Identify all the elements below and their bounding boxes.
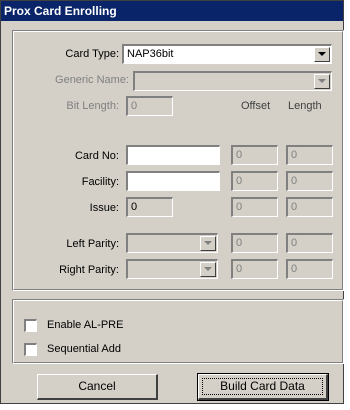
right-parity-offset-field[interactable]: 0 xyxy=(231,259,278,279)
card-type-value: NAP36bit xyxy=(127,48,174,60)
card-no-length-field[interactable]: 0 xyxy=(286,145,333,165)
left-parity-length-value: 0 xyxy=(291,237,298,249)
bit-length-value: 0 xyxy=(131,100,138,112)
length-column-header: Length xyxy=(288,100,322,112)
facility-offset-value: 0 xyxy=(236,175,243,187)
facility-length-value: 0 xyxy=(291,175,298,187)
left-parity-label: Left Parity: xyxy=(66,238,119,250)
issue-offset-value: 0 xyxy=(236,201,243,213)
left-parity-offset-value: 0 xyxy=(236,237,243,249)
right-parity-label: Right Parity: xyxy=(59,264,119,276)
title-bar[interactable]: Prox Card Enrolling xyxy=(1,1,343,21)
left-parity-offset-field[interactable]: 0 xyxy=(231,233,278,253)
chevron-down-icon xyxy=(318,52,326,56)
build-card-data-button[interactable]: Build Card Data xyxy=(197,373,329,401)
right-parity-length-value: 0 xyxy=(291,263,298,275)
card-type-label: Card Type: xyxy=(65,48,119,60)
right-parity-offset-value: 0 xyxy=(236,263,243,275)
issue-field[interactable]: 0 xyxy=(126,197,173,217)
window-title: Prox Card Enrolling xyxy=(4,4,117,18)
issue-offset-field[interactable]: 0 xyxy=(231,197,278,217)
bit-length-label: Bit Length: xyxy=(66,100,119,112)
left-parity-select[interactable] xyxy=(126,233,218,253)
enable-alpre-label[interactable]: Enable AL-PRE xyxy=(47,319,123,331)
chevron-down-icon xyxy=(318,79,326,83)
generic-name-select[interactable] xyxy=(133,71,332,91)
facility-field[interactable] xyxy=(126,171,220,191)
card-no-label: Card No: xyxy=(74,150,119,162)
right-parity-dropdown-button[interactable] xyxy=(200,262,216,277)
facility-offset-field[interactable]: 0 xyxy=(231,171,278,191)
issue-length-value: 0 xyxy=(291,201,298,213)
issue-length-field[interactable]: 0 xyxy=(286,197,333,217)
right-parity-select[interactable] xyxy=(126,259,218,279)
issue-label: Issue: xyxy=(89,202,119,214)
cancel-button[interactable]: Cancel xyxy=(37,374,158,400)
left-parity-length-field[interactable]: 0 xyxy=(286,233,333,253)
generic-name-dropdown-button[interactable] xyxy=(314,74,330,89)
card-type-dropdown-button[interactable] xyxy=(314,47,330,62)
issue-value: 0 xyxy=(131,201,138,213)
left-parity-dropdown-button[interactable] xyxy=(200,236,216,251)
chevron-down-icon xyxy=(204,267,212,271)
card-no-field[interactable] xyxy=(126,145,220,165)
facility-label: Facility: xyxy=(81,176,119,188)
card-no-offset-value: 0 xyxy=(236,149,243,161)
facility-length-field[interactable]: 0 xyxy=(286,171,333,191)
chevron-down-icon xyxy=(204,241,212,245)
sequential-add-checkbox[interactable] xyxy=(24,343,37,356)
enable-alpre-checkbox[interactable] xyxy=(24,319,37,332)
card-type-select[interactable]: NAP36bit xyxy=(122,44,332,64)
generic-name-label: Generic Name: xyxy=(55,74,129,86)
card-no-offset-field[interactable]: 0 xyxy=(231,145,278,165)
right-parity-length-field[interactable]: 0 xyxy=(286,259,333,279)
offset-column-header: Offset xyxy=(241,100,271,112)
card-no-length-value: 0 xyxy=(291,149,298,161)
focus-rect xyxy=(202,378,323,395)
sequential-add-label[interactable]: Sequential Add xyxy=(47,343,121,355)
prox-card-enrolling-dialog: Prox Card Enrolling Card Type: NAP36bit … xyxy=(0,0,344,404)
bit-length-field[interactable]: 0 xyxy=(126,96,173,116)
